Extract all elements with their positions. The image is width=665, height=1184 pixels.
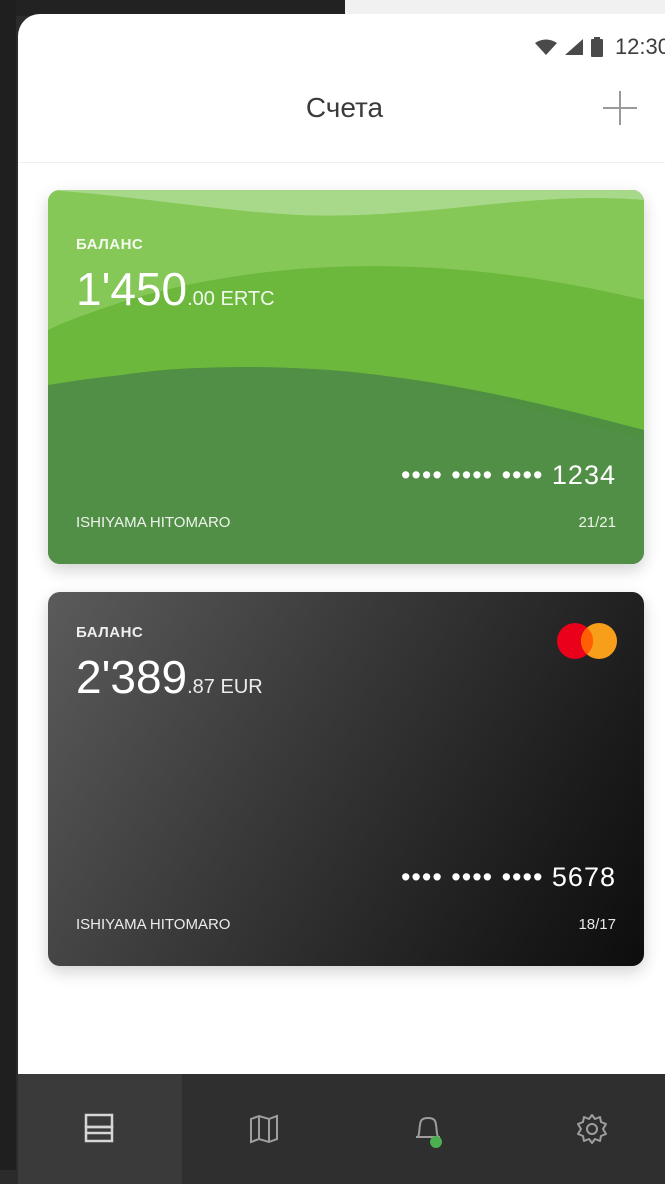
status-time: 12:30: [614, 34, 665, 59]
gear-icon: [577, 1114, 607, 1144]
card-holder-name: ISHIYAMA HITOMARO: [76, 514, 231, 531]
balance-amount-integer: 1'450: [76, 263, 188, 315]
map-icon: [250, 1114, 278, 1144]
balance-amount-decimal-currency: .87 EUR: [187, 676, 263, 698]
app-header: Счета: [18, 70, 665, 163]
card-number: •••• •••• •••• 5678: [400, 862, 616, 892]
mastercard-icon: [557, 623, 617, 659]
balance-amount: 1'450.00 ERTC: [76, 262, 275, 316]
cell-signal-icon: [564, 39, 583, 55]
status-bar: 12:30: [534, 32, 665, 62]
notification-badge: [430, 1136, 442, 1148]
account-card-ertc[interactable]: БАЛАНС 1'450.00 ERTC •••• •••• •••• 1234…: [48, 190, 644, 564]
balance-label: БАЛАНС: [76, 624, 144, 641]
card-expiry: 21/21: [578, 514, 616, 531]
battery-icon: [590, 37, 603, 57]
card-expiry: 18/17: [578, 916, 616, 933]
nav-item-settings[interactable]: [510, 1074, 665, 1184]
page-title: Счета: [305, 92, 384, 123]
plus-icon[interactable]: [600, 88, 640, 128]
wifi-icon: [534, 39, 557, 55]
balance-amount-decimal-currency: .00 ERTC: [187, 288, 275, 310]
balance-amount: 2'389.87 EUR: [76, 650, 263, 704]
nav-item-map[interactable]: [182, 1074, 346, 1184]
balance-label: БАЛАНС: [76, 236, 144, 253]
account-card-eur[interactable]: БАЛАНС 2'389.87 EUR •••• •••• •••• 5678 …: [48, 592, 644, 966]
nav-item-accounts[interactable]: [18, 1074, 182, 1184]
bottom-nav: [18, 1074, 665, 1184]
card-number: •••• •••• •••• 1234: [400, 460, 616, 490]
window-frame-left: [0, 0, 16, 1170]
card-holder-name: ISHIYAMA HITOMARO: [76, 916, 231, 933]
nav-item-notifications[interactable]: [346, 1074, 510, 1184]
phone-screen: 12:30 Счета БАЛАНС 1'450.00 ERTC •••• ••…: [18, 14, 665, 1184]
balance-amount-integer: 2'389: [76, 651, 188, 703]
cards-icon: [84, 1113, 114, 1143]
bell-icon: [416, 1117, 442, 1148]
